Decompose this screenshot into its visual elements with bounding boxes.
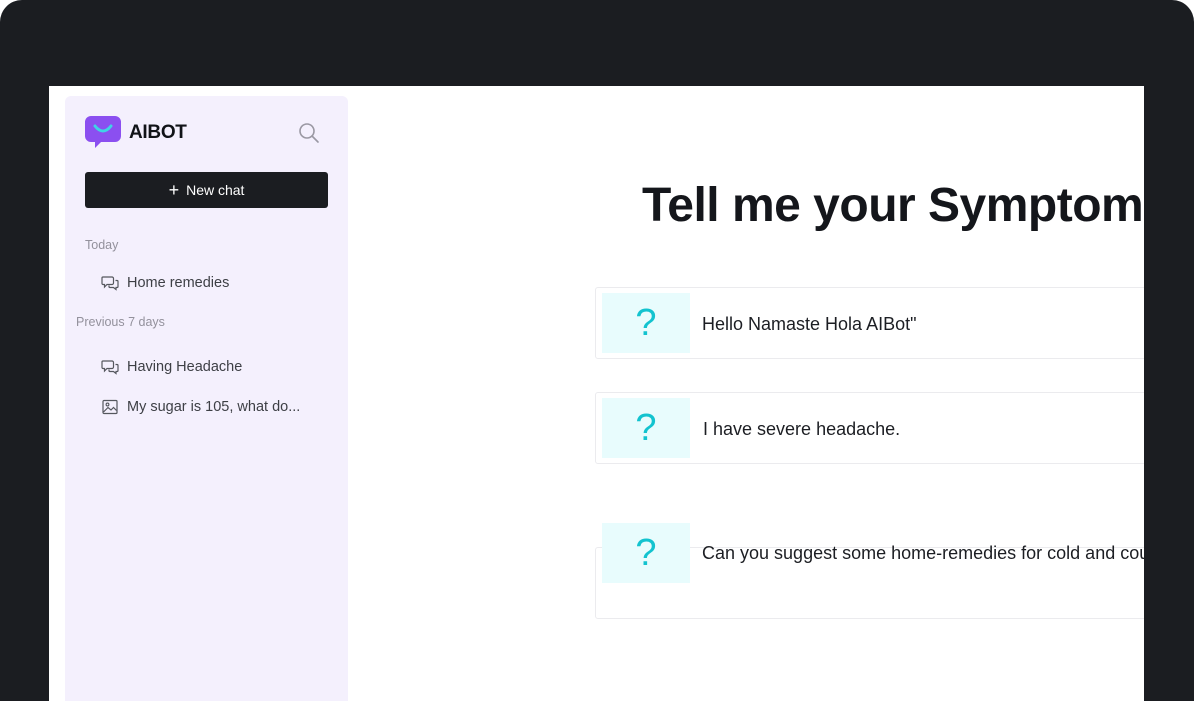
page-title: Tell me your Symptoms: [642, 179, 1144, 232]
question-mark-icon: ?: [602, 293, 690, 353]
prompt-text: I have severe headache.: [703, 419, 901, 439]
history-item-label: Having Headache: [127, 359, 243, 375]
plus-icon: +: [168, 180, 180, 200]
section-label-today: Today: [85, 238, 119, 252]
section-label-previous-7-days: Previous 7 days: [76, 315, 165, 329]
logo[interactable]: AIBOT: [85, 116, 187, 149]
prompt-card[interactable]: ? Hello Namaste Hola AIBot": [595, 287, 1144, 359]
history-item-label: Home remedies: [127, 275, 230, 291]
history-item-having-headache[interactable]: Having Headache: [101, 358, 242, 376]
logo-chat-icon: [85, 116, 121, 148]
new-chat-button[interactable]: + New chat: [85, 172, 328, 208]
sidebar: AIBOT + New chat Today Home remedies Pre…: [65, 96, 348, 701]
history-item-label: My sugar is 105, what do...: [127, 399, 301, 415]
prompt-text: Hello Namaste Hola AIBot": [702, 314, 917, 334]
question-mark-icon: ?: [602, 523, 690, 583]
question-mark-icon: ?: [602, 398, 690, 458]
chat-bubbles-icon: [101, 276, 119, 291]
image-icon: [102, 399, 118, 415]
search-icon: [299, 123, 319, 143]
history-item-sugar[interactable]: My sugar is 105, what do...: [101, 398, 300, 416]
new-chat-label: New chat: [186, 182, 245, 198]
chat-bubbles-icon: [101, 360, 119, 375]
history-item-home-remedies[interactable]: Home remedies: [101, 274, 229, 292]
prompt-card[interactable]: ? I have severe headache.: [595, 392, 1144, 464]
app-name: AIBOT: [129, 121, 187, 143]
prompt-text[interactable]: Can you suggest some home-remedies for c…: [702, 543, 1144, 564]
app-screen: AIBOT + New chat Today Home remedies Pre…: [49, 86, 1144, 701]
device-frame: AIBOT + New chat Today Home remedies Pre…: [0, 0, 1194, 701]
search-button[interactable]: [298, 122, 320, 144]
